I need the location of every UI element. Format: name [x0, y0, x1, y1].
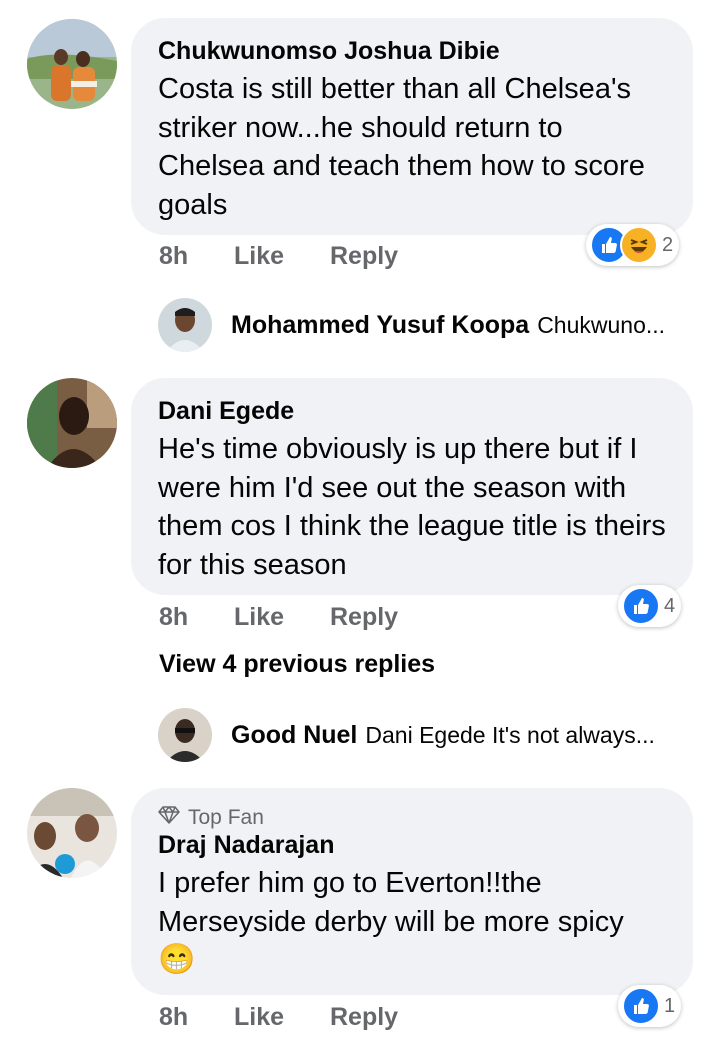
avatar[interactable] — [27, 788, 117, 878]
comment-bubble: Dani Egede He's time obviously is up the… — [131, 378, 693, 595]
reaction-count: 2 — [662, 233, 674, 256]
comment-author[interactable]: Dani Egede — [158, 396, 667, 426]
grinning-emoji: 😁 — [158, 943, 196, 976]
comment-time[interactable]: 8h — [159, 242, 234, 271]
like-button[interactable]: Like — [234, 1003, 330, 1032]
comment-bubble: Top Fan Draj Nadarajan I prefer him go t… — [131, 788, 693, 995]
like-icon — [622, 587, 660, 625]
reply-button[interactable]: Reply — [330, 1003, 398, 1032]
reply-preview[interactable]: Good Nuel Dani Egede It's not always... — [231, 721, 655, 750]
top-fan-label: Top Fan — [188, 806, 264, 829]
like-icon — [622, 987, 660, 1025]
comment-bubble: Chukwunomso Joshua Dibie Costa is still … — [131, 18, 693, 235]
reply-text: Dani Egede It's not always... — [365, 722, 655, 748]
comment-text: I prefer him go to Everton!!the Merseysi… — [158, 867, 624, 938]
haha-icon — [620, 226, 658, 264]
reply-button[interactable]: Reply — [330, 603, 398, 632]
reply-author[interactable]: Mohammed Yusuf Koopa — [231, 311, 529, 340]
comment-text: He's time obviously is up there but if I… — [158, 433, 666, 581]
avatar[interactable] — [27, 378, 117, 468]
view-previous-replies-link[interactable]: View 4 previous replies — [159, 650, 435, 679]
comment-author[interactable]: Chukwunomso Joshua Dibie — [158, 36, 667, 66]
avatar[interactable] — [27, 19, 117, 109]
comment-actions: 8h Like Reply — [159, 603, 398, 632]
reaction-count: 4 — [664, 594, 676, 617]
reply-author[interactable]: Good Nuel — [231, 721, 357, 750]
comment-text: Costa is still better than all Chelsea's… — [158, 73, 645, 221]
avatar[interactable] — [158, 298, 212, 352]
comment-time[interactable]: 8h — [159, 1003, 234, 1032]
reaction-summary[interactable]: 4 — [618, 585, 682, 627]
reply-text: Chukwuno... — [537, 312, 666, 338]
top-fan-badge: Top Fan — [158, 806, 667, 830]
reply-button[interactable]: Reply — [330, 242, 398, 271]
avatar[interactable] — [158, 708, 212, 762]
comment-actions: 8h Like Reply — [159, 1003, 398, 1032]
like-button[interactable]: Like — [234, 242, 330, 271]
reaction-count: 1 — [664, 994, 676, 1017]
comment-time[interactable]: 8h — [159, 603, 234, 632]
diamond-icon — [158, 806, 180, 830]
comment-author[interactable]: Draj Nadarajan — [158, 830, 667, 860]
reaction-summary[interactable]: 1 — [618, 985, 682, 1027]
like-button[interactable]: Like — [234, 603, 330, 632]
reaction-summary[interactable]: 2 — [586, 224, 680, 266]
comment-actions: 8h Like Reply — [159, 242, 398, 271]
reply-preview[interactable]: Mohammed Yusuf Koopa Chukwuno... — [231, 311, 665, 340]
